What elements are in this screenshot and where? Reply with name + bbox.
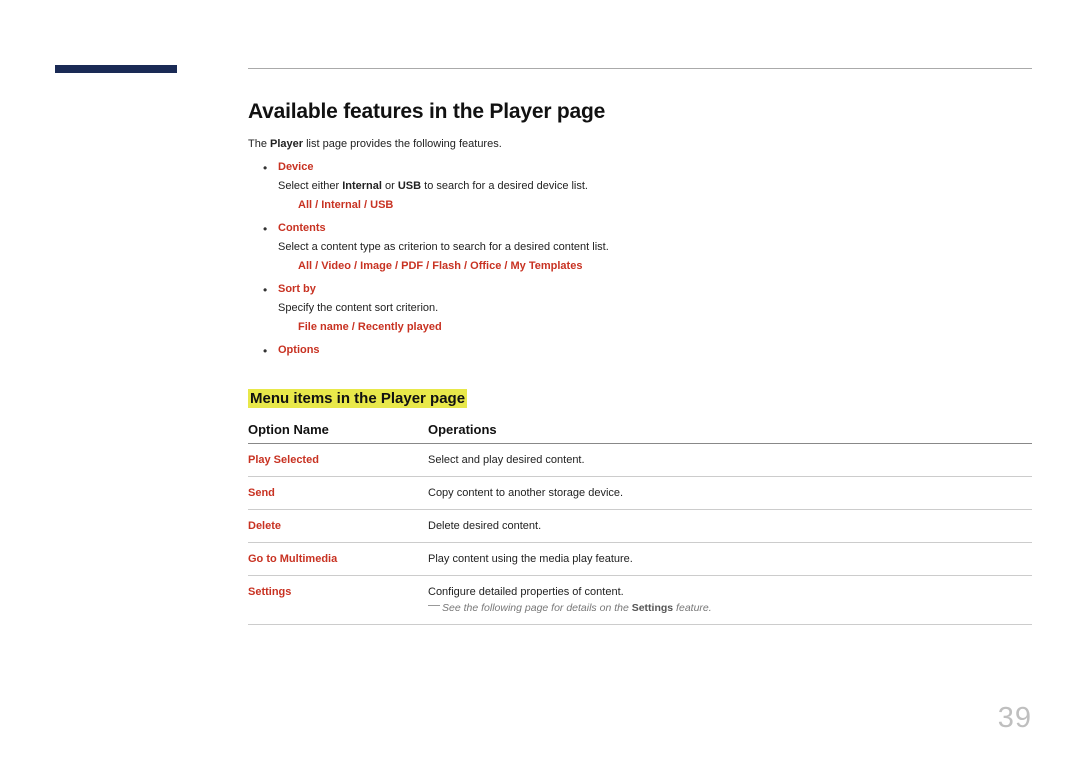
feature-item-options: Options xyxy=(248,342,1032,359)
desc-mid: or xyxy=(382,180,398,192)
feature-desc: Select either Internal or USB to search … xyxy=(278,178,1032,195)
opt-name: Go to Multimedia xyxy=(248,542,428,575)
document-page: Available features in the Player page Th… xyxy=(0,0,1080,763)
feature-desc: Specify the content sort criterion. xyxy=(278,300,1032,317)
note-bold: Settings xyxy=(632,602,673,614)
feature-desc: Select a content type as criterion to se… xyxy=(278,239,1032,256)
desc-bold1: Internal xyxy=(342,180,382,192)
table-header-row: Option Name Operations xyxy=(248,422,1032,444)
subheading-highlighted: Menu items in the Player page xyxy=(248,389,467,408)
opt-desc: Copy content to another storage device. xyxy=(428,476,1032,509)
note-dash-icon xyxy=(428,605,440,612)
options-table: Option Name Operations Play Selected Sel… xyxy=(248,422,1032,625)
header-rule xyxy=(248,68,1032,69)
opt-desc: Select and play desired content. xyxy=(428,443,1032,476)
table-row: Send Copy content to another storage dev… xyxy=(248,476,1032,509)
feature-label: Device xyxy=(278,161,313,173)
features-list: Device Select either Internal or USB to … xyxy=(248,159,1032,359)
opt-name: Delete xyxy=(248,509,428,542)
opt-desc-text: Configure detailed properties of content… xyxy=(428,586,624,598)
table-row: Delete Delete desired content. xyxy=(248,509,1032,542)
intro-pre: The xyxy=(248,138,270,150)
feature-path: File name / Recently played xyxy=(298,319,1032,336)
feature-label: Sort by xyxy=(278,283,316,295)
th-operations: Operations xyxy=(428,422,1032,444)
page-title: Available features in the Player page xyxy=(248,100,1032,124)
desc-pre: Select either xyxy=(278,180,342,192)
feature-item-sortby: Sort by Specify the content sort criteri… xyxy=(248,281,1032,336)
note-pre: See the following page for details on th… xyxy=(442,602,632,614)
opt-note: See the following page for details on th… xyxy=(428,602,1032,614)
page-content: Available features in the Player page Th… xyxy=(248,100,1032,625)
table-row: Go to Multimedia Play content using the … xyxy=(248,542,1032,575)
opt-name: Send xyxy=(248,476,428,509)
page-number: 39 xyxy=(998,702,1032,735)
th-option-name: Option Name xyxy=(248,422,428,444)
feature-item-device: Device Select either Internal or USB to … xyxy=(248,159,1032,214)
intro-post: list page provides the following feature… xyxy=(303,138,502,150)
feature-label: Options xyxy=(278,344,320,356)
opt-name: Settings xyxy=(248,575,428,624)
intro-paragraph: The Player list page provides the follow… xyxy=(248,136,1032,153)
note-post: feature. xyxy=(673,602,712,614)
desc-bold2: USB xyxy=(398,180,421,192)
opt-desc: Play content using the media play featur… xyxy=(428,542,1032,575)
feature-label: Contents xyxy=(278,222,326,234)
table-row: Play Selected Select and play desired co… xyxy=(248,443,1032,476)
feature-path: All / Video / Image / PDF / Flash / Offi… xyxy=(298,258,1032,275)
desc-post: to search for a desired device list. xyxy=(421,180,588,192)
header-accent-bar xyxy=(55,65,177,73)
feature-item-contents: Contents Select a content type as criter… xyxy=(248,220,1032,275)
feature-path: All / Internal / USB xyxy=(298,197,1032,214)
opt-name: Play Selected xyxy=(248,443,428,476)
opt-desc: Configure detailed properties of content… xyxy=(428,575,1032,624)
opt-desc: Delete desired content. xyxy=(428,509,1032,542)
table-row: Settings Configure detailed properties o… xyxy=(248,575,1032,624)
intro-player-word: Player xyxy=(270,138,303,150)
